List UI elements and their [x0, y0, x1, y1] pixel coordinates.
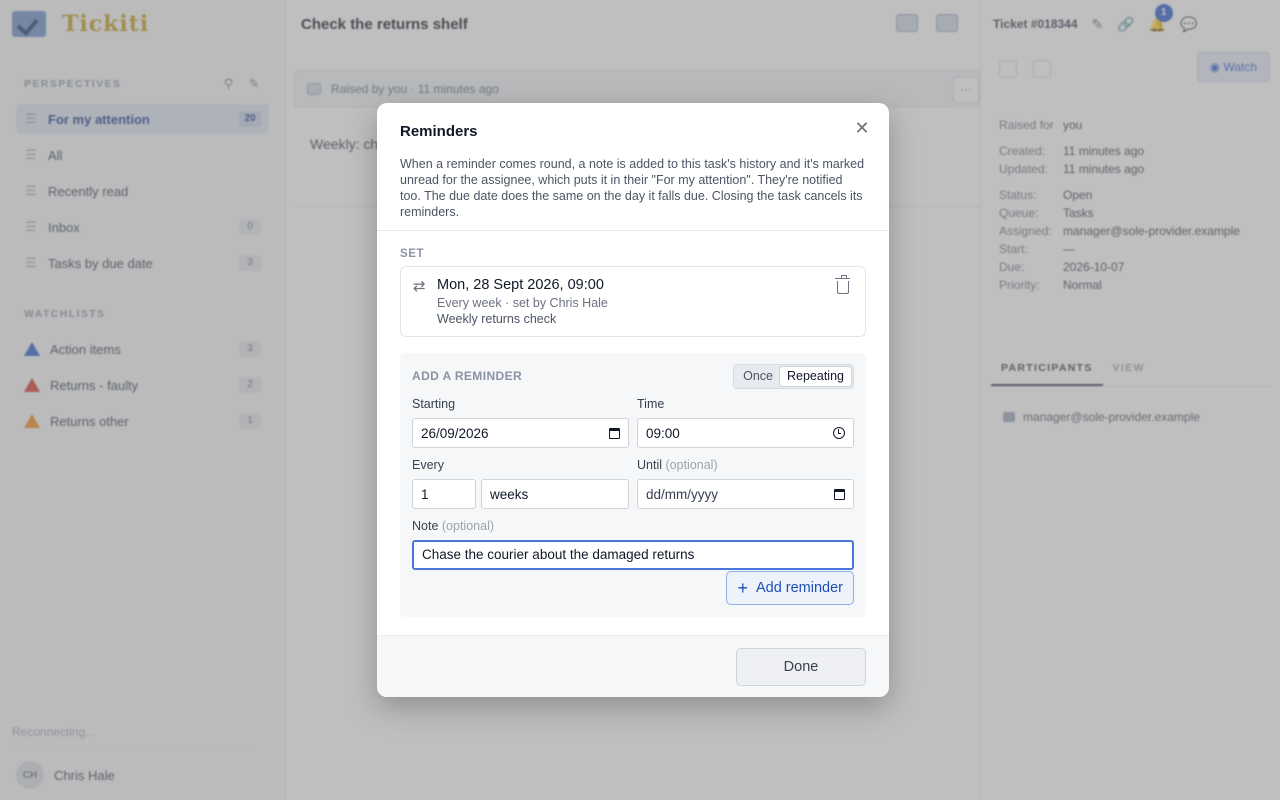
clock-icon[interactable]	[833, 427, 845, 439]
dialog-footer: Done	[377, 635, 889, 697]
reminder-datetime: Mon, 28 Sept 2026, 09:00	[437, 277, 604, 293]
dialog-title: Reminders	[400, 123, 478, 140]
dialog-description: When a reminder comes round, a note is a…	[400, 157, 865, 219]
plus-icon: +	[737, 578, 748, 598]
dialog-body: SET ⇄ Mon, 28 Sept 2026, 09:00 Every wee…	[377, 248, 889, 617]
reminder-schedule: Every week · set by Chris Hale	[437, 296, 608, 310]
time-label: Time	[637, 397, 665, 411]
until-label: Until (optional)	[637, 458, 718, 472]
done-button[interactable]: Done	[736, 648, 866, 686]
until-date-input[interactable]: dd/mm/yyyy	[637, 479, 854, 509]
starting-label: Starting	[412, 397, 456, 411]
dialog-header: Reminders ✕ When a reminder comes round,…	[377, 103, 889, 231]
mode-repeating-button[interactable]: Repeating	[780, 366, 851, 386]
every-row: Every 1 weeks Until (optional) dd/mm/yyy…	[412, 458, 854, 509]
add-reminder-button[interactable]: + Add reminder	[726, 571, 854, 605]
every-number-input[interactable]: 1	[412, 479, 476, 509]
reminder-note: Weekly returns check	[437, 312, 557, 326]
mode-once-button[interactable]: Once	[736, 367, 780, 386]
repeat-icon: ⇄	[413, 278, 426, 295]
time-input[interactable]: 09:00	[637, 418, 854, 448]
calendar-icon[interactable]	[609, 427, 620, 439]
existing-reminder: ⇄ Mon, 28 Sept 2026, 09:00 Every week · …	[400, 266, 866, 337]
close-icon[interactable]: ✕	[853, 119, 871, 137]
trash-icon[interactable]	[835, 275, 850, 294]
reminders-dialog: Reminders ✕ When a reminder comes round,…	[377, 103, 889, 697]
every-label: Every	[412, 458, 444, 472]
start-row: Starting 26/09/2026 Time 09:00	[412, 397, 854, 448]
note-input[interactable]: Chase the courier about the damaged retu…	[412, 540, 854, 570]
calendar-icon[interactable]	[834, 488, 845, 500]
add-reminder-header: ADD A REMINDER Once Repeating	[412, 363, 854, 389]
add-reminder-title: ADD A REMINDER	[412, 369, 523, 383]
every-unit-select[interactable]: weeks	[481, 479, 629, 509]
note-label: Note (optional)	[412, 519, 495, 533]
mode-toggle: Once Repeating	[733, 363, 854, 389]
note-row: Note (optional) Chase the courier about …	[412, 519, 854, 570]
set-section-label: SET	[400, 248, 425, 260]
starting-date-input[interactable]: 26/09/2026	[412, 418, 629, 448]
add-reminder-panel: ADD A REMINDER Once Repeating Starting 2…	[400, 353, 866, 617]
